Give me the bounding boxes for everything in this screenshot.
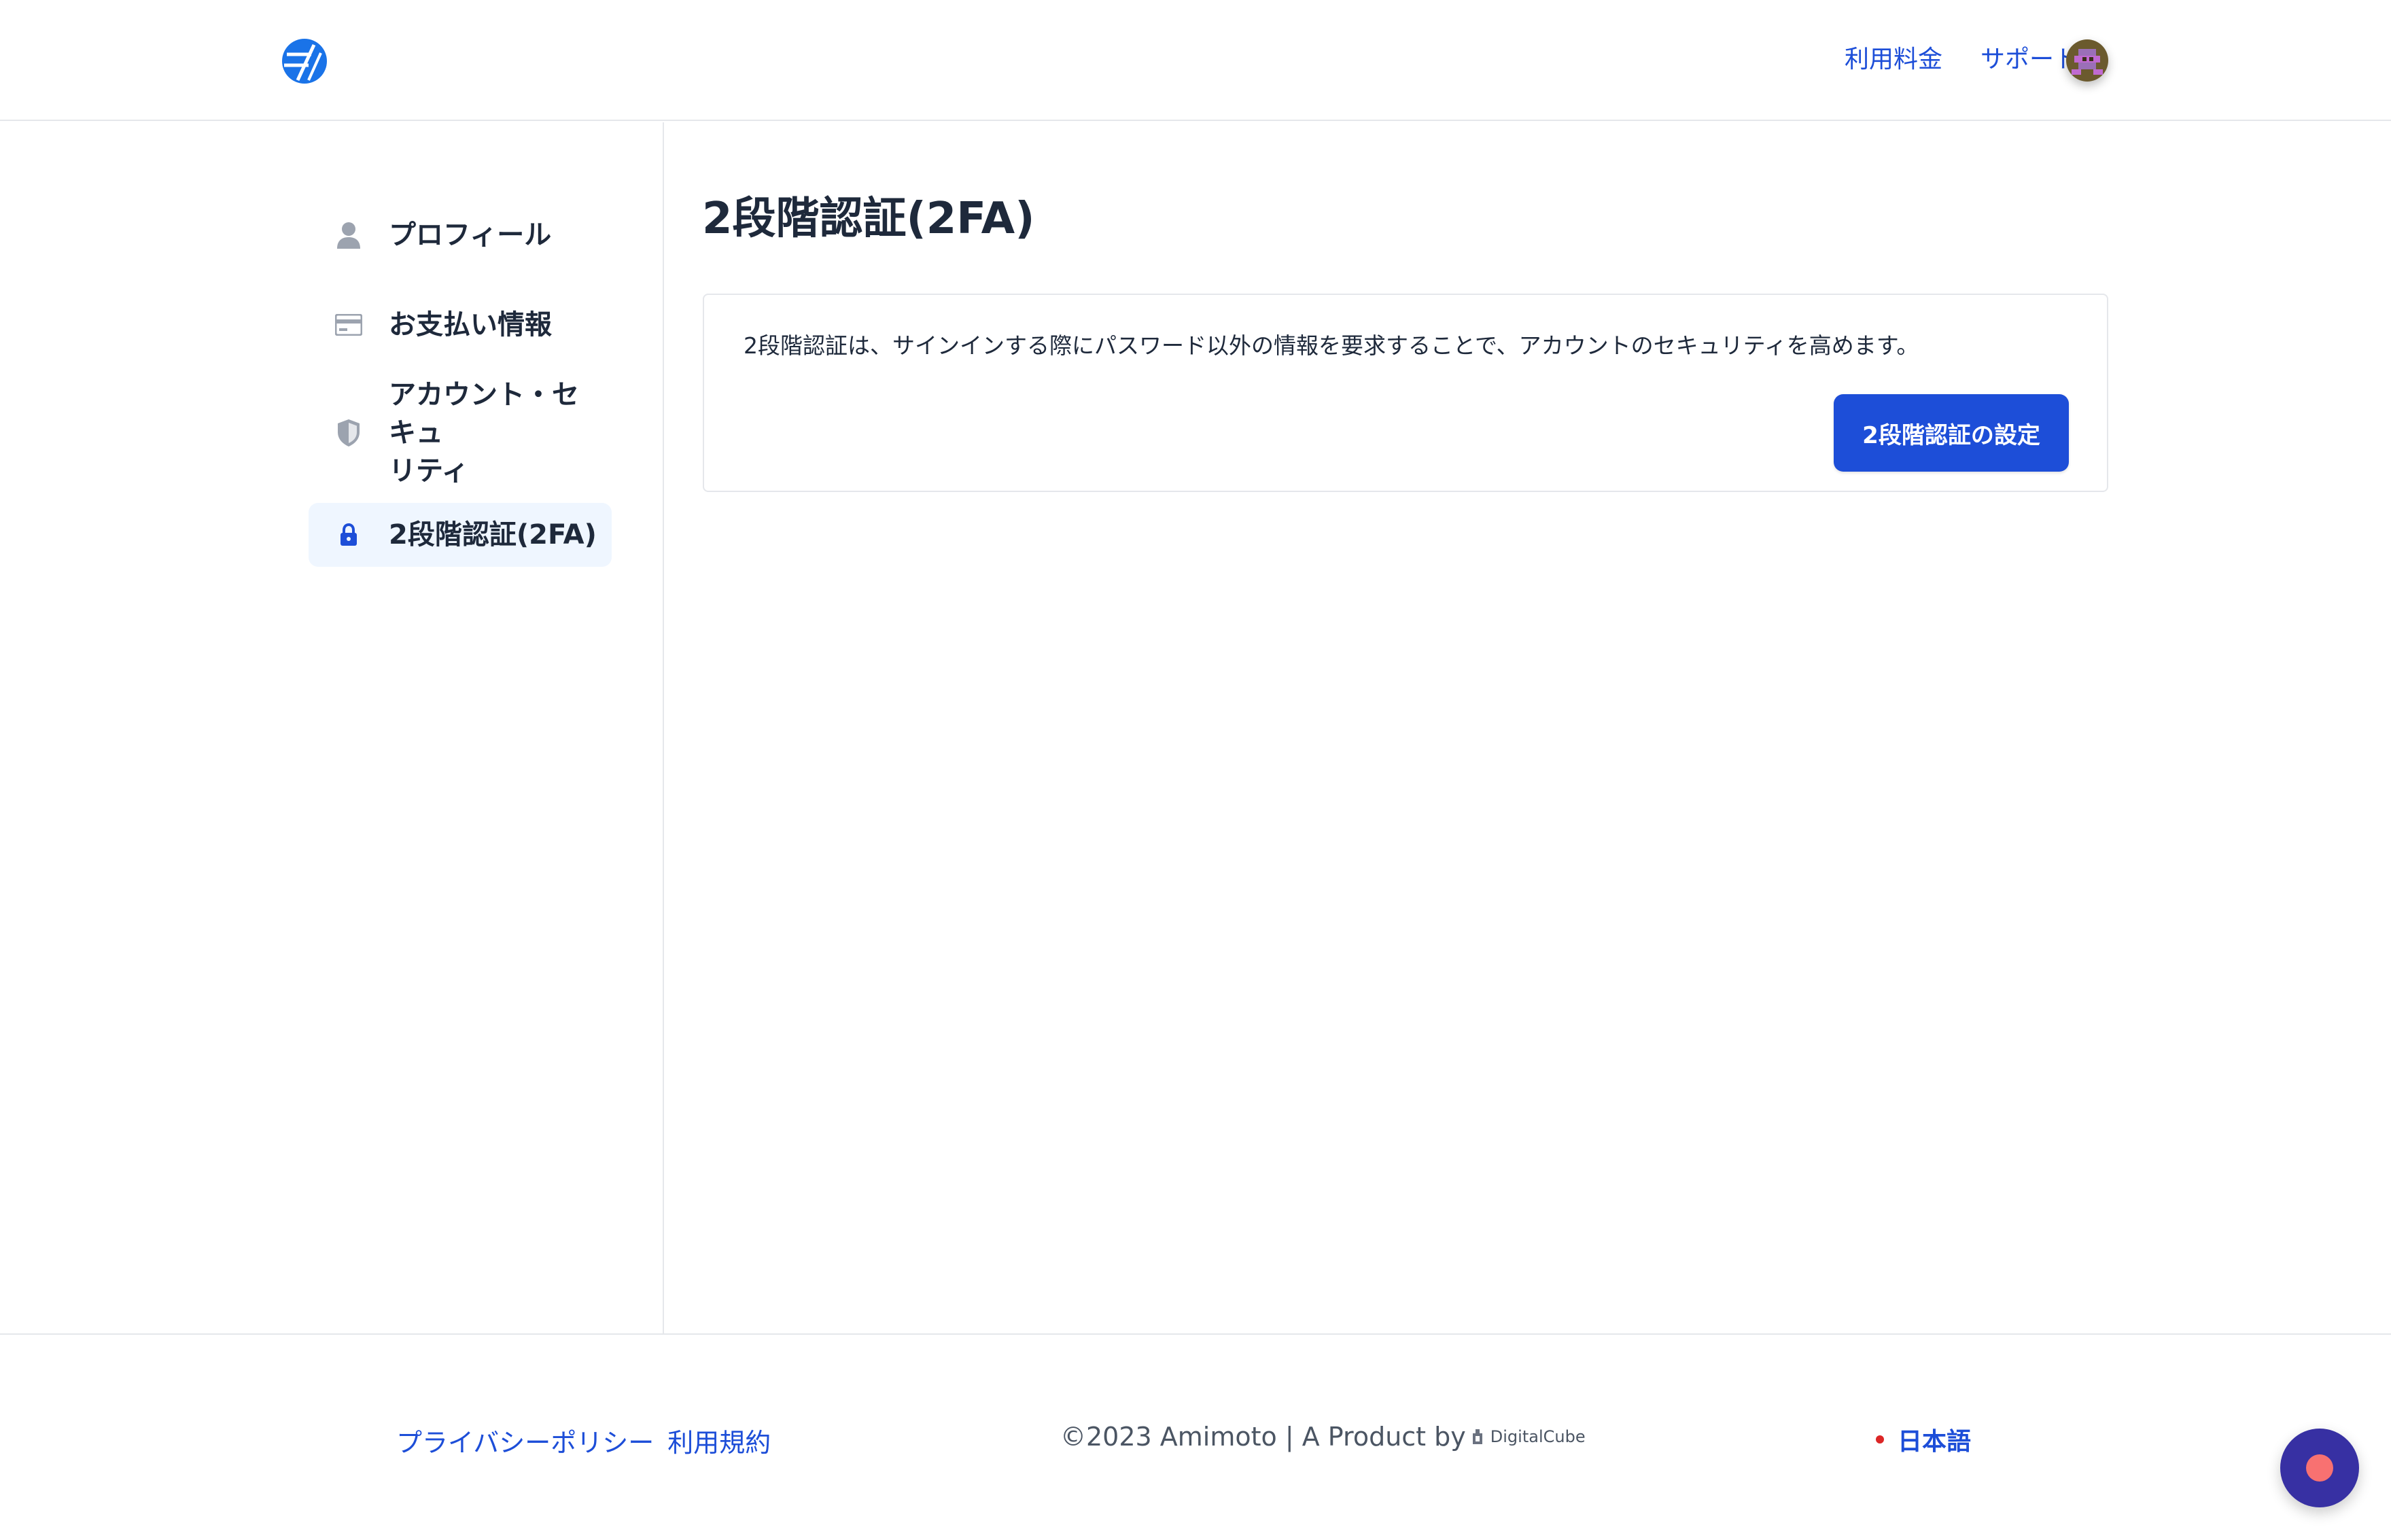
sidebar-item-label-line2: リティ xyxy=(389,455,469,487)
language-label: 日本語 xyxy=(1898,1428,1972,1456)
app-root: 利用料金 サポート プロフィール お支払い情報 アカウント・セキュ リティ 2段… xyxy=(0,0,2391,1540)
sidebar-item-label: 2段階認証(2FA) xyxy=(389,519,597,550)
setup-2fa-button[interactable]: 2段階認証の設定 xyxy=(1834,394,2069,472)
terms-link[interactable]: 利用規約 xyxy=(667,1422,771,1459)
user-icon xyxy=(309,222,389,249)
chat-launcher-button[interactable] xyxy=(2280,1429,2359,1507)
settings-sidebar: プロフィール お支払い情報 アカウント・セキュ リティ 2段階認証(2FA) xyxy=(0,122,664,1333)
nav-link-pricing[interactable]: 利用料金 xyxy=(1845,39,1942,75)
sidebar-item-payment[interactable]: お支払い情報 xyxy=(309,290,612,360)
shield-icon xyxy=(309,419,389,447)
page-title: 2段階認証(2FA) xyxy=(702,194,1035,244)
digitalcube-logo-icon xyxy=(1472,1429,1482,1444)
user-avatar[interactable] xyxy=(2066,39,2108,82)
brand-name: DigitalCube xyxy=(1490,1427,1586,1446)
nav-link-support[interactable]: サポート xyxy=(1980,39,2078,75)
sidebar-item-account-security[interactable]: アカウント・セキュ リティ xyxy=(309,379,612,487)
header-nav: 利用料金 サポート xyxy=(1845,39,2078,75)
copyright-text: ©2023 Amimoto | A Product by xyxy=(1060,1422,1466,1452)
privacy-policy-link[interactable]: プライバシーポリシー xyxy=(396,1422,654,1459)
chat-icon xyxy=(2306,1454,2333,1482)
sidebar-item-label: アカウント・セキュ リティ xyxy=(389,376,612,490)
amimoto-logo-icon[interactable] xyxy=(281,38,328,84)
sidebar-item-label: お支払い情報 xyxy=(389,309,552,340)
sidebar-item-label: プロフィール xyxy=(389,220,552,251)
digitalcube-brand[interactable]: DigitalCube xyxy=(1472,1427,1586,1446)
credit-card-icon xyxy=(309,314,389,336)
two-factor-card: 2段階認証は、サインインする際にパスワード以外の情報を要求することで、アカウント… xyxy=(703,294,2108,492)
copyright: ©2023 Amimoto | A Product by DigitalCube xyxy=(1060,1422,1586,1452)
language-switcher[interactable]: 日本語 xyxy=(1876,1422,1971,1457)
sidebar-item-label-line1: アカウント・セキュ xyxy=(389,379,579,449)
two-factor-description: 2段階認証は、サインインする際にパスワード以外の情報を要求することで、アカウント… xyxy=(744,332,1919,359)
japan-flag-icon xyxy=(1876,1435,1884,1443)
sidebar-item-2fa[interactable]: 2段階認証(2FA) xyxy=(309,503,612,567)
page-footer: プライバシーポリシー 利用規約 ©2023 Amimoto | A Produc… xyxy=(0,1333,2391,1540)
footer-links: プライバシーポリシー 利用規約 xyxy=(396,1422,771,1459)
top-header: 利用料金 サポート xyxy=(0,0,2391,121)
sidebar-item-profile[interactable]: プロフィール xyxy=(309,200,612,270)
lock-icon xyxy=(309,523,389,546)
